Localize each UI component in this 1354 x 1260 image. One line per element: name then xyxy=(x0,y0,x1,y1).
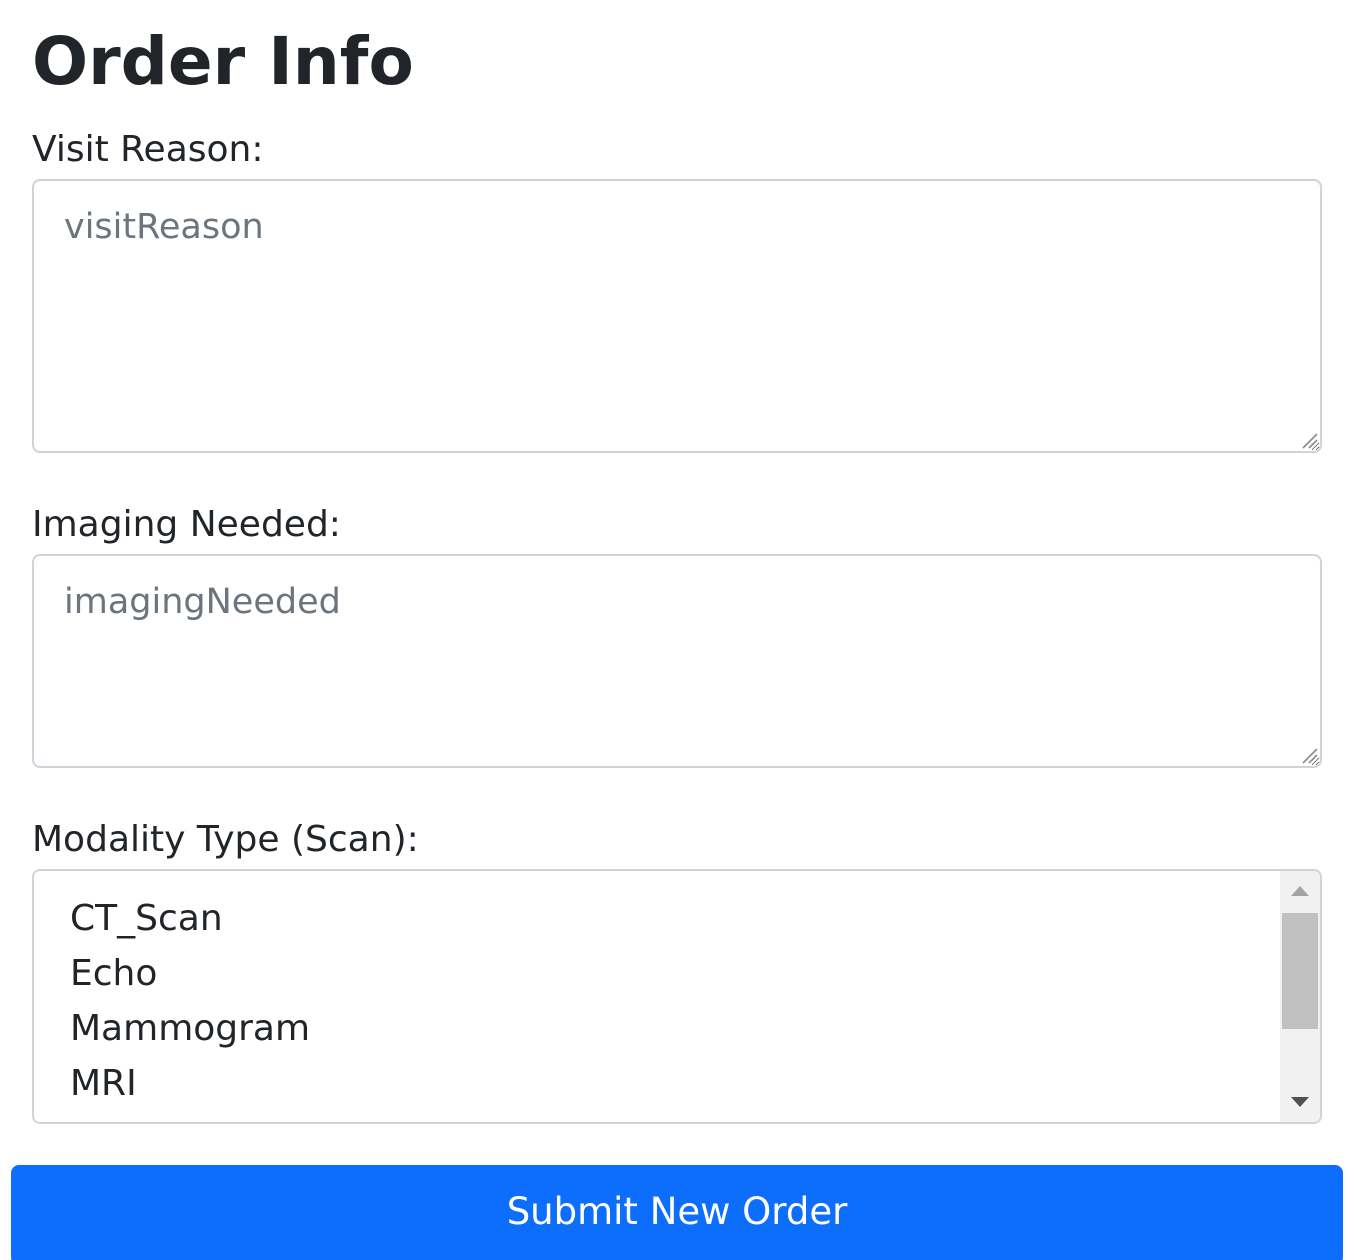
modality-option-mri[interactable]: MRI xyxy=(70,1056,1270,1111)
modality-scrollbar[interactable] xyxy=(1280,871,1320,1122)
visit-reason-textarea[interactable] xyxy=(32,179,1322,453)
scroll-down-arrow-icon[interactable] xyxy=(1280,1082,1320,1122)
imaging-needed-label: Imaging Needed: xyxy=(32,504,341,545)
modality-type-select[interactable]: CT_Scan Echo Mammogram MRI xyxy=(32,869,1322,1124)
modality-option-ct-scan[interactable]: CT_Scan xyxy=(70,891,1270,946)
modality-option-echo[interactable]: Echo xyxy=(70,946,1270,1001)
visit-reason-label: Visit Reason: xyxy=(32,129,264,170)
modality-options-list: CT_Scan Echo Mammogram MRI xyxy=(70,891,1270,1111)
modality-type-label: Modality Type (Scan): xyxy=(32,819,419,860)
order-info-page: Order Info Visit Reason: Imaging Needed:… xyxy=(0,0,1354,1260)
imaging-needed-resize-handle-icon[interactable] xyxy=(1297,743,1319,765)
modality-option-mammogram[interactable]: Mammogram xyxy=(70,1001,1270,1056)
scrollbar-thumb[interactable] xyxy=(1282,913,1318,1029)
page-title: Order Info xyxy=(32,23,414,100)
submit-new-order-button[interactable]: Submit New Order xyxy=(11,1165,1343,1260)
imaging-needed-textarea[interactable] xyxy=(32,554,1322,768)
visit-reason-resize-handle-icon[interactable] xyxy=(1297,428,1319,450)
scroll-up-arrow-icon[interactable] xyxy=(1280,871,1320,911)
